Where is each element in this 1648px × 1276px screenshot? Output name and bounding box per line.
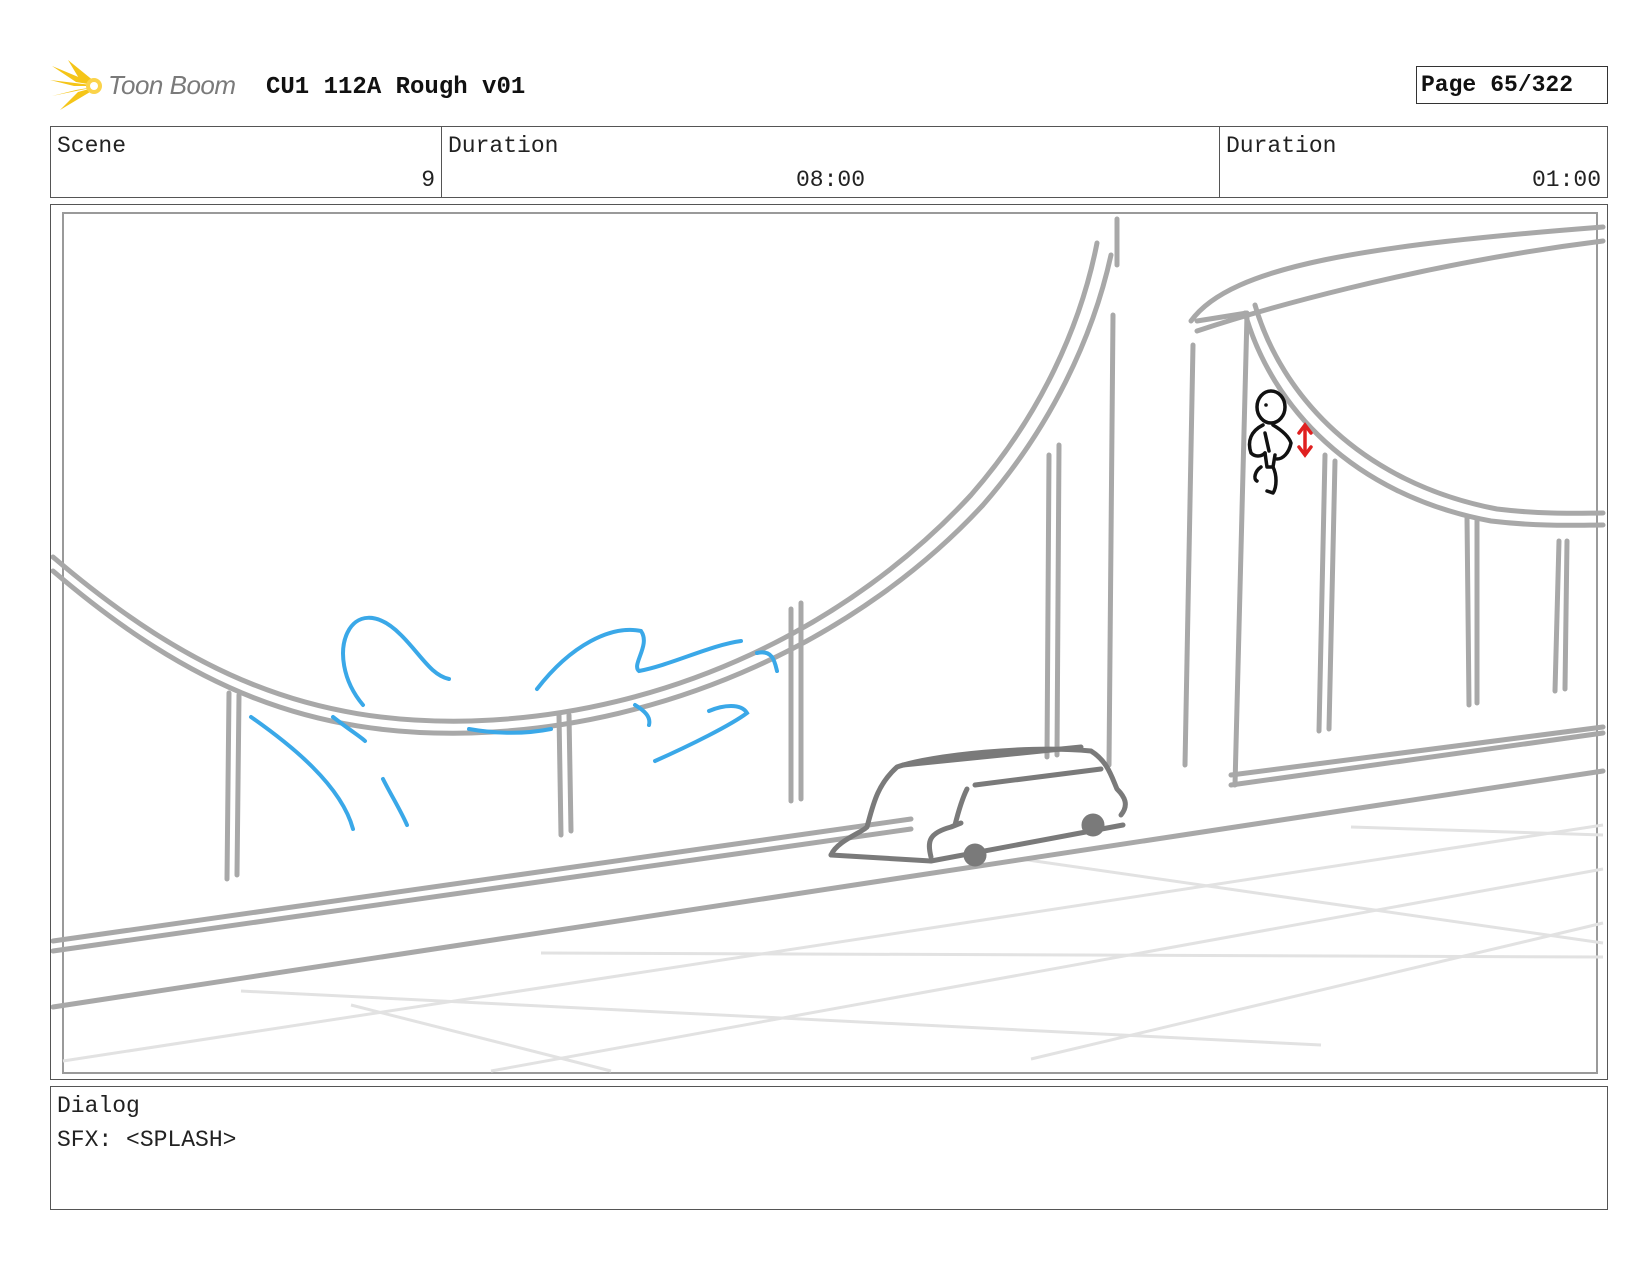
road-grid <box>62 823 1604 1073</box>
panel-drawing <box>51 212 1606 1074</box>
sunburst-icon <box>50 60 102 110</box>
panel-duration-label: Duration <box>1226 133 1337 159</box>
page-number: 65/322 <box>1490 72 1574 98</box>
logo-text: Toon Boom <box>108 70 236 100</box>
suspension-cable <box>51 240 1114 736</box>
character-sketch <box>1247 389 1293 495</box>
toon-boom-logo: Toon Boom <box>50 58 250 114</box>
scene-duration-value: 08:00 <box>795 167 865 193</box>
page-header: Toon Boom CU1 112A Rough v01 Page 65/322 <box>50 58 1608 114</box>
dialog-text: SFX: <SPLASH> <box>57 1127 237 1153</box>
scene-cell: Scene 9 <box>51 127 441 197</box>
panel-duration-cell: Duration 01:00 <box>1219 127 1607 197</box>
scene-duration-label: Duration <box>448 133 559 159</box>
bridge-tower <box>1106 216 1606 788</box>
scene-info-row: Scene 9 Duration 08:00 Duration 01:00 <box>50 126 1608 198</box>
right-cable <box>1242 302 1606 528</box>
page-indicator: Page 65/322 <box>1416 66 1608 104</box>
bridge-deck <box>51 724 1606 1010</box>
dialog-box: Dialog SFX: <SPLASH> <box>50 1086 1608 1210</box>
page-label: Page <box>1421 72 1477 98</box>
project-title: CU1 112A Rough v01 <box>266 74 526 101</box>
character-eye <box>1264 403 1268 407</box>
water-splash <box>249 615 779 831</box>
movement-arrow <box>1297 422 1313 458</box>
car-sketch <box>828 744 1128 867</box>
panel-duration-value: 01:00 <box>1531 167 1601 193</box>
scene-duration-cell: Duration 08:00 <box>441 127 1219 197</box>
bridge-hangers <box>224 442 1570 882</box>
scene-value: 9 <box>421 167 435 193</box>
storyboard-panel <box>50 204 1608 1080</box>
dialog-label: Dialog <box>57 1093 140 1119</box>
scene-label: Scene <box>57 133 127 159</box>
